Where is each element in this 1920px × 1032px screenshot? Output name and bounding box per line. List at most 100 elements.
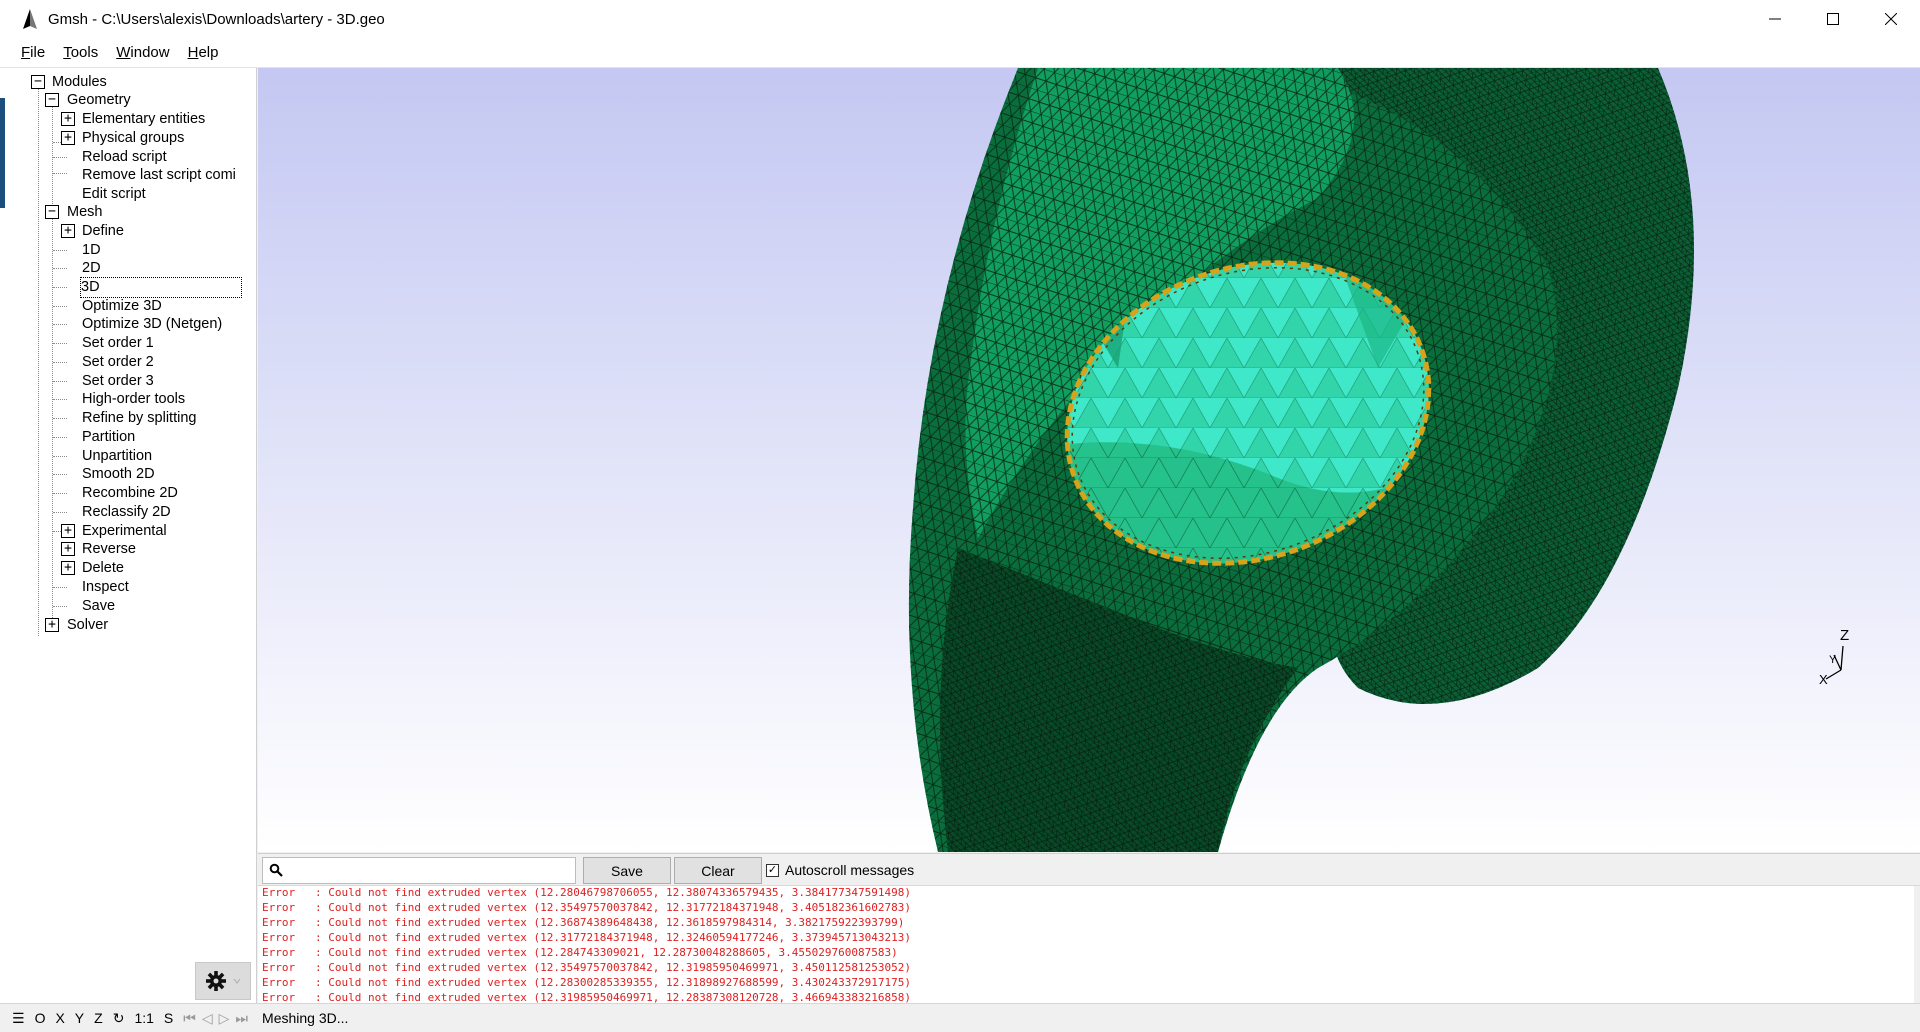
last-step-icon[interactable]: ⏭ [235,1010,248,1027]
tree-item-smooth-2d[interactable]: Smooth 2D [82,465,155,484]
maximize-button[interactable] [1804,0,1862,38]
tree-guide [38,82,39,636]
menu-help[interactable]: Help [188,44,219,61]
tree-guide [53,512,67,513]
tree-item-refine-by-splitting[interactable]: Refine by splitting [82,409,196,428]
log-scrollbar[interactable] [1914,886,1920,1003]
scale-1-1-button[interactable]: 1:1 [134,1010,153,1026]
menu-window[interactable]: Window [116,44,169,61]
collapse-icon[interactable]: − [45,93,59,107]
hamburger-menu-icon[interactable]: ☰ [12,1010,25,1027]
expand-icon[interactable]: + [61,112,75,126]
axis-x-label: X [1819,672,1828,687]
tree-guide [53,437,67,438]
tree-item-inspect[interactable]: Inspect [82,578,129,597]
mesh-render[interactable]: Z Y X [258,68,1920,852]
tree-item-geometry[interactable]: Geometry [67,91,131,110]
log-line: Error : Could not find extruded vertex (… [262,931,912,944]
menu-window-label: indow [130,44,170,61]
tree-item-optimize-3d[interactable]: Optimize 3D [82,297,162,316]
tree-item-reclassify-2d[interactable]: Reclassify 2D [82,503,171,522]
tree-item-1d[interactable]: 1D [82,241,101,260]
minimize-button[interactable] [1746,0,1804,38]
snapshot-s-button[interactable]: S [164,1010,173,1026]
options-button[interactable] [195,962,251,1000]
status-bar: ☰ O X Y Z ↻ 1:1 S ⏮ ◁ ▷ ⏭ Meshing 3D... [0,1003,1920,1032]
minimize-icon [1769,18,1781,20]
tree-item-3d[interactable]: 3D [80,277,242,298]
expand-icon[interactable]: + [61,524,75,538]
tree-guide [53,250,67,251]
gear-icon [206,971,226,991]
save-messages-button[interactable]: Save [583,857,671,884]
message-search-input[interactable] [287,860,571,881]
view-z-button[interactable]: Z [94,1010,103,1026]
view-x-button[interactable]: X [55,1010,64,1026]
left-edge-strip [0,68,9,1008]
expand-icon[interactable]: + [61,561,75,575]
log-line: Error : Could not find extruded vertex (… [262,991,912,1003]
tree-item-define[interactable]: Define [82,222,124,241]
tree-item-reverse[interactable]: Reverse [82,540,136,559]
menu-tools[interactable]: Tools [63,44,98,61]
expand-icon[interactable]: + [61,542,75,556]
tree-item-solver[interactable]: Solver [67,616,108,635]
menu-file-mnemonic: F [21,44,31,61]
message-log[interactable]: Error : Could not find extruded vertex (… [258,885,1920,1003]
tree-item-delete[interactable]: Delete [82,559,124,578]
expand-icon[interactable]: + [45,618,59,632]
autoscroll-toggle[interactable]: ✓ Autoscroll messages [766,862,914,878]
tree-guide [53,381,67,382]
tree-item-unpartition[interactable]: Unpartition [82,447,152,466]
rotate-icon[interactable]: ↻ [113,1010,125,1027]
view-y-button[interactable]: Y [75,1010,84,1026]
tree-item-remove-last-script[interactable]: Remove last script comi [82,166,236,185]
close-button[interactable] [1862,0,1920,38]
tree-item-recombine-2d[interactable]: Recombine 2D [82,484,178,503]
tree-item-experimental[interactable]: Experimental [82,522,167,541]
tree-guide [53,268,67,269]
tree-guide [53,399,67,400]
tree-item-physical-groups[interactable]: Physical groups [82,129,184,148]
graphics-viewport[interactable]: Z Y X [258,68,1920,852]
tree-item-save[interactable]: Save [82,597,115,616]
tree-item-elementary-entities[interactable]: Elementary entities [82,110,205,129]
tree-guide [53,474,67,475]
tree-item-edit-script[interactable]: Edit script [82,185,146,204]
tree-item-2d[interactable]: 2D [82,259,101,278]
play-icon[interactable]: ▷ [219,1010,230,1027]
first-step-icon[interactable]: ⏮ [183,1010,196,1027]
menu-tools-mnemonic: T [63,44,71,61]
view-o-button[interactable]: O [35,1010,46,1026]
message-toolbar: Save Clear ✓ Autoscroll messages [258,853,1920,885]
tree-item-set-order-2[interactable]: Set order 2 [82,353,154,372]
axis-z-label: Z [1840,627,1849,644]
axis-y-label: Y [1829,654,1837,666]
collapse-icon[interactable]: − [45,205,59,219]
tree-item-partition[interactable]: Partition [82,428,135,447]
status-message: Meshing 3D... [262,1010,349,1026]
menu-file[interactable]: File [21,44,45,61]
tree-item-reload-script[interactable]: Reload script [82,148,167,167]
module-tree[interactable]: − Modules − Geometry + Elementary entiti… [9,68,257,1003]
tree-guide [53,418,67,419]
tree-guide [52,210,53,632]
tree-item-modules[interactable]: Modules [52,73,107,92]
window-title: Gmsh - C:\Users\alexis\Downloads\artery … [48,10,385,28]
collapse-icon[interactable]: − [31,75,45,89]
tree-item-high-order-tools[interactable]: High-order tools [82,390,185,409]
tree-guide [53,362,67,363]
menu-file-label: ile [30,44,46,61]
tree-guide [53,587,67,588]
expand-icon[interactable]: + [61,224,75,238]
tree-item-optimize-3d-netgen[interactable]: Optimize 3D (Netgen) [82,315,222,334]
clear-messages-button[interactable]: Clear [674,857,762,884]
tree-item-set-order-1[interactable]: Set order 1 [82,334,154,353]
message-search[interactable] [262,857,576,884]
tree-item-mesh[interactable]: Mesh [67,203,102,222]
autoscroll-checkbox[interactable]: ✓ [766,863,779,877]
gmsh-logo-icon [23,9,37,29]
tree-item-set-order-3[interactable]: Set order 3 [82,372,154,391]
expand-icon[interactable]: + [61,131,75,145]
prev-step-icon[interactable]: ◁ [202,1010,213,1027]
